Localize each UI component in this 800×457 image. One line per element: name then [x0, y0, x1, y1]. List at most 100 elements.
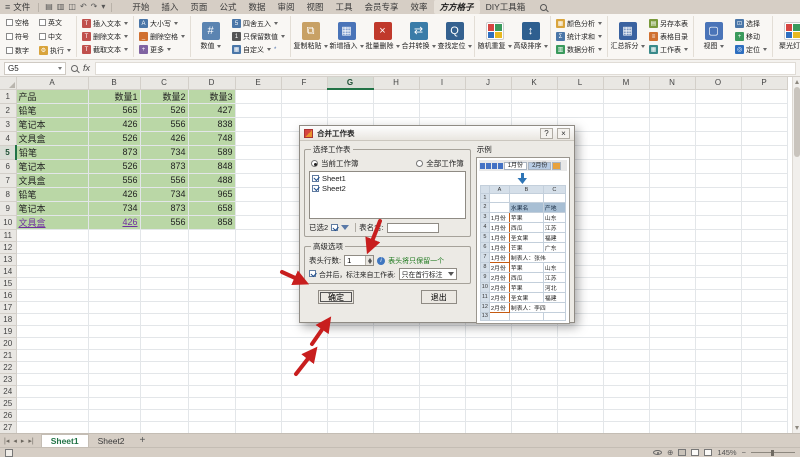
cell[interactable]: [603, 89, 649, 103]
cell[interactable]: [649, 159, 695, 173]
cell[interactable]: [327, 409, 373, 421]
cell[interactable]: [281, 397, 327, 409]
cell[interactable]: [465, 89, 511, 103]
cell[interactable]: [16, 277, 88, 289]
row-header-21[interactable]: 21: [0, 349, 16, 361]
cell[interactable]: 427: [188, 103, 235, 117]
cell[interactable]: [603, 337, 649, 349]
cell[interactable]: [373, 349, 419, 361]
cell[interactable]: 文具盒: [16, 173, 88, 187]
cell[interactable]: [603, 159, 649, 173]
cell[interactable]: [511, 103, 557, 117]
cell[interactable]: [281, 349, 327, 361]
cell[interactable]: [557, 103, 603, 117]
radio-all-workbooks[interactable]: 全部工作簿: [416, 158, 464, 169]
cell[interactable]: [557, 409, 603, 421]
tab-公式[interactable]: 公式: [213, 0, 242, 14]
cell[interactable]: [140, 373, 188, 385]
cell[interactable]: [649, 89, 695, 103]
row-header-6[interactable]: 6: [0, 159, 16, 173]
cell[interactable]: [235, 173, 281, 187]
cell[interactable]: [327, 89, 373, 103]
spinner-arrows-icon[interactable]: [365, 256, 373, 265]
cell[interactable]: [465, 421, 511, 433]
cell[interactable]: [649, 373, 695, 385]
cell[interactable]: [419, 397, 465, 409]
check-空格[interactable]: 空格: [4, 17, 31, 29]
col-header-C[interactable]: C: [140, 77, 188, 89]
cell[interactable]: [281, 89, 327, 103]
cell[interactable]: [695, 337, 741, 349]
cell[interactable]: [741, 313, 787, 325]
cell[interactable]: [557, 373, 603, 385]
cell[interactable]: 铅笔: [16, 103, 88, 117]
cell[interactable]: 数量1: [88, 89, 140, 103]
ribbon-button-选择[interactable]: ⊡选择: [733, 18, 769, 30]
cell[interactable]: [327, 397, 373, 409]
cell[interactable]: [16, 397, 88, 409]
cell[interactable]: [603, 397, 649, 409]
cell[interactable]: [511, 361, 557, 373]
cell[interactable]: [88, 397, 140, 409]
prev-sheet-icon[interactable]: ◂: [13, 437, 17, 445]
cell[interactable]: [695, 103, 741, 117]
cell[interactable]: [235, 187, 281, 201]
ribbon-button-删除文本[interactable]: T删除文本: [80, 31, 130, 43]
cell[interactable]: [511, 385, 557, 397]
name-contains-input[interactable]: [387, 223, 439, 233]
cell[interactable]: [281, 409, 327, 421]
cell[interactable]: [695, 325, 741, 337]
tab-审阅[interactable]: 审阅: [271, 0, 300, 14]
sheet-list-item-Sheet1[interactable]: Sheet1: [312, 173, 463, 183]
ribbon-button-执行[interactable]: ⚙执行: [37, 45, 73, 57]
cell[interactable]: [16, 421, 88, 433]
cell[interactable]: [16, 301, 88, 313]
cell[interactable]: [557, 385, 603, 397]
cell[interactable]: [16, 349, 88, 361]
cell[interactable]: [373, 409, 419, 421]
cell[interactable]: [188, 397, 235, 409]
cell[interactable]: [16, 313, 88, 325]
cell[interactable]: [235, 229, 281, 241]
cell[interactable]: [649, 131, 695, 145]
cell[interactable]: [603, 385, 649, 397]
cell[interactable]: [373, 421, 419, 433]
ribbon-button-视图[interactable]: ▢视图: [697, 22, 730, 51]
cell[interactable]: [741, 397, 787, 409]
cell[interactable]: [281, 373, 327, 385]
cell[interactable]: [281, 337, 327, 349]
cell[interactable]: [511, 89, 557, 103]
row-header-8[interactable]: 8: [0, 187, 16, 201]
scroll-up-icon[interactable]: [795, 80, 799, 84]
ribbon-button-大小写[interactable]: A大小写: [137, 18, 187, 30]
cell[interactable]: [235, 215, 281, 229]
cell[interactable]: [188, 301, 235, 313]
row-header-7[interactable]: 7: [0, 173, 16, 187]
checkbox-icon[interactable]: [312, 175, 319, 182]
cell[interactable]: 589: [188, 145, 235, 159]
tab-视图[interactable]: 视图: [300, 0, 329, 14]
sheet-list[interactable]: Sheet1Sheet2: [309, 171, 466, 219]
cell[interactable]: [235, 373, 281, 385]
ribbon-button-查找定位[interactable]: Q查找定位: [438, 22, 471, 51]
cell[interactable]: [373, 361, 419, 373]
cell[interactable]: [695, 373, 741, 385]
row-header-15[interactable]: 15: [0, 277, 16, 289]
cell[interactable]: 数量3: [188, 89, 235, 103]
clipboard-icon[interactable]: [5, 449, 13, 457]
ribbon-button-移动[interactable]: +移动: [733, 31, 769, 43]
cell[interactable]: [649, 103, 695, 117]
cell[interactable]: [88, 421, 140, 433]
cell[interactable]: [188, 229, 235, 241]
cell[interactable]: [511, 337, 557, 349]
dialog-titlebar[interactable]: 合并工作表 ? ×: [300, 126, 574, 141]
row-header-12[interactable]: 12: [0, 241, 16, 253]
zoom-level[interactable]: 145%: [717, 448, 736, 457]
zoom-slider-thumb[interactable]: [771, 450, 774, 456]
ribbon-button-只保留数值[interactable]: 1只保留数值: [230, 31, 287, 43]
ribbon-button-四舍五入[interactable]: 5四舍五入: [230, 18, 287, 30]
page-layout-icon[interactable]: [691, 449, 699, 456]
cell[interactable]: [16, 265, 88, 277]
ribbon-button-另存本表[interactable]: ▤另存本表: [647, 18, 690, 30]
cell[interactable]: [741, 361, 787, 373]
